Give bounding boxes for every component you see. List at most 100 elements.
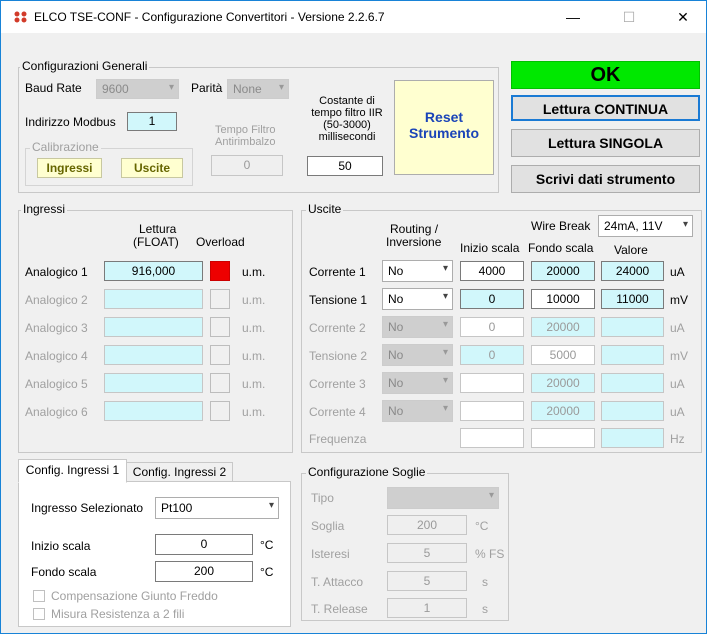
release-input[interactable]: 1 [387, 598, 467, 618]
lettura-continua-button[interactable]: Lettura CONTINUA [511, 95, 700, 121]
iir-label-1: Costante di [319, 95, 375, 107]
reset-strumento-button[interactable]: Reset Strumento [394, 80, 494, 175]
uscita-unit: uA [670, 377, 685, 391]
window-title: ELCO TSE-CONF - Configurazione Convertit… [34, 10, 385, 24]
tipo-label: Tipo [311, 491, 334, 505]
routing-select[interactable]: No ▾ [382, 260, 453, 282]
uscita-label: Corrente 4 [309, 405, 366, 419]
close-button[interactable]: ✕ [660, 1, 706, 33]
maximize-button[interactable]: ☐ [606, 1, 652, 33]
tipo-select[interactable]: ▾ [387, 487, 499, 509]
modbus-address-input[interactable]: 1 [127, 112, 177, 131]
uscita-label: Tensione 1 [309, 293, 368, 307]
inizio-scala-input[interactable] [460, 428, 524, 448]
valore-input[interactable] [601, 373, 664, 393]
chevron-down-icon: ▾ [442, 319, 448, 330]
fondo-scala-config-input[interactable]: 200 [155, 561, 253, 582]
ingresso-label: Analogico 3 [25, 321, 88, 335]
calib-uscite-button[interactable]: Uscite [121, 158, 183, 178]
ingresso-label: Analogico 6 [25, 405, 88, 419]
parita-select[interactable]: None ▾ [227, 79, 289, 99]
app-window: ELCO TSE-CONF - Configurazione Convertit… [0, 0, 707, 634]
app-logo-icon [14, 11, 27, 23]
inizio-scala-input[interactable]: 4000 [460, 261, 524, 281]
inizio-scala-input[interactable] [460, 373, 524, 393]
attacco-label: T. Attacco [311, 575, 364, 589]
routing-select[interactable]: No ▾ [382, 400, 453, 422]
inizio-scala-input[interactable] [460, 401, 524, 421]
tab-config-ingressi-2[interactable]: Config. Ingressi 2 [126, 462, 233, 482]
ingresso-selezionato-select[interactable]: Pt100 ▾ [155, 497, 279, 519]
lettura-singola-button[interactable]: Lettura SINGOLA [511, 129, 700, 157]
attacco-input[interactable]: 5 [387, 571, 467, 591]
fondo-scala-input[interactable]: 20000 [531, 401, 595, 421]
fondo-scala-input[interactable] [531, 428, 595, 448]
filtro-label-1: Tempo Filtro [215, 124, 276, 136]
baud-rate-select[interactable]: 9600 ▾ [96, 79, 179, 99]
ingresso-unit: u.m. [242, 293, 266, 307]
col-overload: Overload [196, 235, 245, 249]
title-bar: ELCO TSE-CONF - Configurazione Convertit… [1, 1, 706, 33]
routing-select[interactable]: No ▾ [382, 288, 453, 310]
overload-indicator [210, 373, 230, 393]
uscita-unit: uA [670, 321, 685, 335]
baud-rate-value: 9600 [102, 82, 129, 96]
uscita-label: Corrente 1 [309, 265, 366, 279]
soglia-input[interactable]: 200 [387, 515, 467, 535]
soglia-label: Soglia [311, 519, 345, 533]
ingresso-unit: u.m. [242, 265, 266, 279]
release-label: T. Release [311, 602, 368, 616]
fondo-scala-input[interactable]: 10000 [531, 289, 595, 309]
routing-select[interactable]: No ▾ [382, 316, 453, 338]
ingresso-label: Analogico 4 [25, 349, 88, 363]
uscita-unit: mV [670, 293, 688, 307]
inizio-scala-input[interactable]: 0 [460, 289, 524, 309]
col-lettura-1: Lettura [139, 222, 177, 236]
tab-config-ingressi-1[interactable]: Config. Ingressi 1 [18, 459, 127, 483]
fondo-scala-input[interactable]: 20000 [531, 373, 595, 393]
fondo-scala-input[interactable]: 5000 [531, 345, 595, 365]
ingresso-value [104, 317, 203, 337]
fondo-scala-input[interactable]: 20000 [531, 261, 595, 281]
chevron-down-icon: ▾ [442, 347, 448, 358]
inizio-scala-input[interactable]: 0 [460, 317, 524, 337]
iir-label-2: tempo filtro IIR [311, 107, 383, 119]
iir-label-3: (50-3000) [323, 119, 371, 131]
routing-value: No [388, 376, 404, 390]
wire-break-select[interactable]: 24mA, 11V ▾ [598, 215, 693, 237]
scrivi-dati-button[interactable]: Scrivi dati strumento [511, 165, 700, 193]
resistenza-2-fili-checkbox[interactable] [33, 608, 45, 620]
inizio-scala-input[interactable]: 0 [460, 345, 524, 365]
routing-select[interactable]: No ▾ [382, 372, 453, 394]
valore-input[interactable]: 24000 [601, 261, 664, 281]
compensazione-checkbox[interactable] [33, 590, 45, 602]
parita-value: None [233, 82, 262, 96]
valore-input[interactable]: 11000 [601, 289, 664, 309]
valore-input[interactable] [601, 401, 664, 421]
col-fondo-scala: Fondo scala [528, 241, 594, 255]
uscita-unit: uA [670, 405, 685, 419]
modbus-label: Indirizzo Modbus [25, 115, 116, 129]
routing-label-1: Routing / [390, 222, 439, 236]
col-lettura-2: (FLOAT) [133, 235, 179, 249]
valore-input[interactable] [601, 345, 664, 365]
chevron-down-icon: ▾ [168, 82, 174, 93]
overload-indicator [210, 317, 230, 337]
valore-input[interactable] [601, 317, 664, 337]
iir-label-4: millisecondi [318, 131, 376, 143]
status-ok-indicator: OK [511, 61, 700, 89]
isteresi-label: Isteresi [311, 547, 350, 561]
reset-label-2: Strumento [409, 125, 479, 141]
filtro-antirimbalzo-input[interactable]: 0 [211, 155, 283, 176]
ingresso-unit: u.m. [242, 321, 266, 335]
routing-select[interactable]: No ▾ [382, 344, 453, 366]
minimize-button[interactable]: — [550, 1, 596, 33]
inizio-scala-config-input[interactable]: 0 [155, 534, 253, 555]
chevron-down-icon: ▾ [442, 375, 448, 386]
iir-filter-input[interactable]: 50 [307, 156, 383, 176]
calib-ingressi-button[interactable]: Ingressi [37, 158, 102, 178]
fondo-scala-input[interactable]: 20000 [531, 317, 595, 337]
isteresi-input[interactable]: 5 [387, 543, 467, 563]
valore-input[interactable] [601, 428, 664, 448]
filtro-label-2: Antirimbalzo [215, 136, 276, 148]
